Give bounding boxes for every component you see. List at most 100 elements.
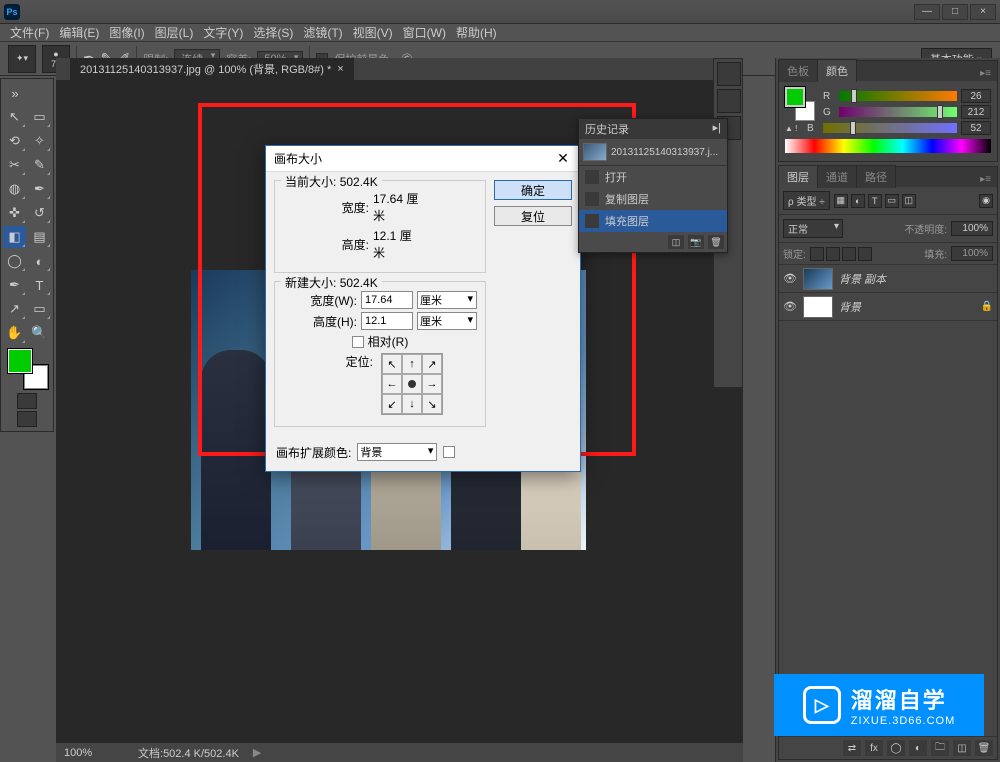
menu-view[interactable]: 视图(V) bbox=[349, 24, 397, 41]
close-tab-icon[interactable]: × bbox=[337, 63, 343, 75]
screen-mode-toggle[interactable] bbox=[17, 411, 37, 427]
layer-thumb[interactable] bbox=[803, 268, 833, 290]
layer-name[interactable]: 背景 副本 bbox=[839, 271, 993, 287]
path-select-tool[interactable]: ↗ bbox=[3, 298, 26, 320]
magic-wand-tool[interactable]: ✧ bbox=[28, 130, 51, 152]
fx-icon[interactable]: fx bbox=[865, 740, 883, 756]
panel-menu-icon[interactable]: ▸≡ bbox=[974, 172, 997, 187]
history-tab[interactable]: 历史记录▸| bbox=[579, 119, 727, 139]
dialog-close-button[interactable]: ✕ bbox=[554, 150, 572, 168]
history-item-fill-layer[interactable]: 填充图层 bbox=[579, 210, 727, 232]
reset-button[interactable]: 复位 bbox=[494, 206, 572, 226]
color-tab[interactable]: 颜色 bbox=[818, 59, 857, 82]
shape-tool[interactable]: ▭ bbox=[28, 298, 51, 320]
g-slider[interactable] bbox=[839, 107, 957, 117]
history-new-doc-icon[interactable]: ◫ bbox=[668, 235, 684, 249]
filter-toggle[interactable]: ◉ bbox=[979, 194, 993, 208]
quick-mask-toggle[interactable] bbox=[17, 393, 37, 409]
layer-row[interactable]: 👁 背景 副本 bbox=[779, 265, 997, 293]
filter-type-icon[interactable]: T bbox=[868, 194, 882, 208]
menu-filter[interactable]: 滤镜(T) bbox=[299, 24, 346, 41]
zoom-level[interactable]: 100% bbox=[64, 747, 124, 759]
menu-file[interactable]: 文件(F) bbox=[6, 24, 53, 41]
collapsed-panel-icon[interactable] bbox=[717, 89, 741, 113]
channels-tab[interactable]: 通道 bbox=[818, 165, 857, 188]
doc-info[interactable]: 文档:502.4 K/502.4K bbox=[138, 745, 239, 761]
r-slider[interactable] bbox=[839, 91, 957, 101]
mask-icon[interactable]: ◯ bbox=[887, 740, 905, 756]
menu-help[interactable]: 帮助(H) bbox=[452, 24, 501, 41]
eraser-tool[interactable]: ◧ bbox=[3, 226, 26, 248]
anchor-s[interactable]: ↓ bbox=[402, 394, 422, 414]
layer-filter-type[interactable]: ρ 类型 bbox=[783, 191, 830, 210]
filter-smart-icon[interactable]: ◫ bbox=[902, 194, 916, 208]
history-delete-icon[interactable]: 🗑 bbox=[708, 235, 724, 249]
anchor-center[interactable] bbox=[402, 374, 422, 394]
dialog-titlebar[interactable]: 画布大小 ✕ bbox=[266, 146, 580, 172]
new-width-input[interactable] bbox=[361, 291, 413, 309]
anchor-e[interactable]: → bbox=[422, 374, 442, 394]
adjustment-icon[interactable]: ◐ bbox=[909, 740, 927, 756]
visibility-icon[interactable]: 👁 bbox=[783, 300, 797, 313]
anchor-se[interactable]: ↘ bbox=[422, 394, 442, 414]
color-ramp[interactable] bbox=[785, 139, 991, 153]
panel-foreground-swatch[interactable] bbox=[785, 87, 805, 107]
b-slider[interactable] bbox=[823, 123, 957, 133]
rect-marquee-tool[interactable]: ▭ bbox=[28, 106, 51, 128]
zoom-tool[interactable]: 🔍 bbox=[28, 322, 51, 344]
menu-image[interactable]: 图像(I) bbox=[105, 24, 148, 41]
filter-shape-icon[interactable]: ▭ bbox=[885, 194, 899, 208]
menu-window[interactable]: 窗口(W) bbox=[399, 24, 450, 41]
healing-brush-tool[interactable]: ◍ bbox=[3, 178, 26, 200]
swatches-tab[interactable]: 色板 bbox=[779, 59, 818, 82]
menu-layer[interactable]: 图层(L) bbox=[151, 24, 198, 41]
anchor-sw[interactable]: ↙ bbox=[382, 394, 402, 414]
blur-tool[interactable]: ◯ bbox=[3, 250, 26, 272]
history-item-copy-layer[interactable]: 复制图层 bbox=[579, 188, 727, 210]
status-menu-icon[interactable]: ▶ bbox=[253, 746, 261, 759]
lock-position-icon[interactable] bbox=[842, 247, 856, 261]
layers-tab[interactable]: 图层 bbox=[779, 165, 818, 188]
new-layer-icon[interactable]: ◫ bbox=[953, 740, 971, 756]
document-tab[interactable]: 20131125140313937.jpg @ 100% (背景, RGB/8#… bbox=[70, 58, 354, 80]
lock-transparency-icon[interactable] bbox=[810, 247, 824, 261]
collapsed-panel-icon[interactable] bbox=[717, 62, 741, 86]
pen-tool[interactable]: ✒ bbox=[3, 274, 26, 296]
hand-tool[interactable]: ✋ bbox=[3, 322, 26, 344]
history-brush-tool[interactable]: ↺ bbox=[28, 202, 51, 224]
layer-name[interactable]: 背景 bbox=[839, 299, 975, 315]
type-tool[interactable]: T bbox=[28, 274, 51, 296]
group-icon[interactable]: 🗀 bbox=[931, 740, 949, 756]
toggle-toolbox[interactable]: » bbox=[3, 82, 27, 104]
r-value[interactable]: 26 bbox=[961, 89, 991, 103]
blend-mode-dropdown[interactable]: 正常 bbox=[783, 219, 843, 238]
delete-layer-icon[interactable]: 🗑 bbox=[975, 740, 993, 756]
lock-pixels-icon[interactable] bbox=[826, 247, 840, 261]
anchor-nw[interactable]: ↖ bbox=[382, 354, 402, 374]
eyedropper-tool[interactable]: ✎ bbox=[28, 154, 51, 176]
gradient-tool[interactable]: ▤ bbox=[28, 226, 51, 248]
close-window-button[interactable]: × bbox=[970, 4, 996, 20]
anchor-n[interactable]: ↑ bbox=[402, 354, 422, 374]
clone-stamp-tool[interactable]: ✜ bbox=[3, 202, 26, 224]
g-value[interactable]: 212 bbox=[961, 105, 991, 119]
visibility-icon[interactable]: 👁 bbox=[783, 272, 797, 285]
panel-menu-icon[interactable]: ▸≡ bbox=[974, 66, 997, 81]
lock-all-icon[interactable] bbox=[858, 247, 872, 261]
width-unit-select[interactable]: 厘米 bbox=[417, 291, 477, 309]
b-value[interactable]: 52 bbox=[961, 121, 991, 135]
relative-checkbox[interactable] bbox=[352, 336, 364, 348]
anchor-w[interactable]: ← bbox=[382, 374, 402, 394]
warn-icon[interactable]: ▲ ! bbox=[785, 124, 803, 133]
history-item-open[interactable]: 打开 bbox=[579, 166, 727, 188]
filter-adjust-icon[interactable]: ◐ bbox=[851, 194, 865, 208]
layer-thumb[interactable] bbox=[803, 296, 833, 318]
minimize-button[interactable]: — bbox=[914, 4, 940, 20]
layer-row[interactable]: 👁 背景 🔒 bbox=[779, 293, 997, 321]
extension-color-swatch[interactable] bbox=[443, 446, 455, 458]
filter-pixel-icon[interactable]: ▦ bbox=[834, 194, 848, 208]
maximize-button[interactable]: □ bbox=[942, 4, 968, 20]
crop-tool[interactable]: ✂ bbox=[3, 154, 26, 176]
menu-type[interactable]: 文字(Y) bbox=[199, 24, 247, 41]
fill-value[interactable]: 100% bbox=[951, 246, 993, 261]
